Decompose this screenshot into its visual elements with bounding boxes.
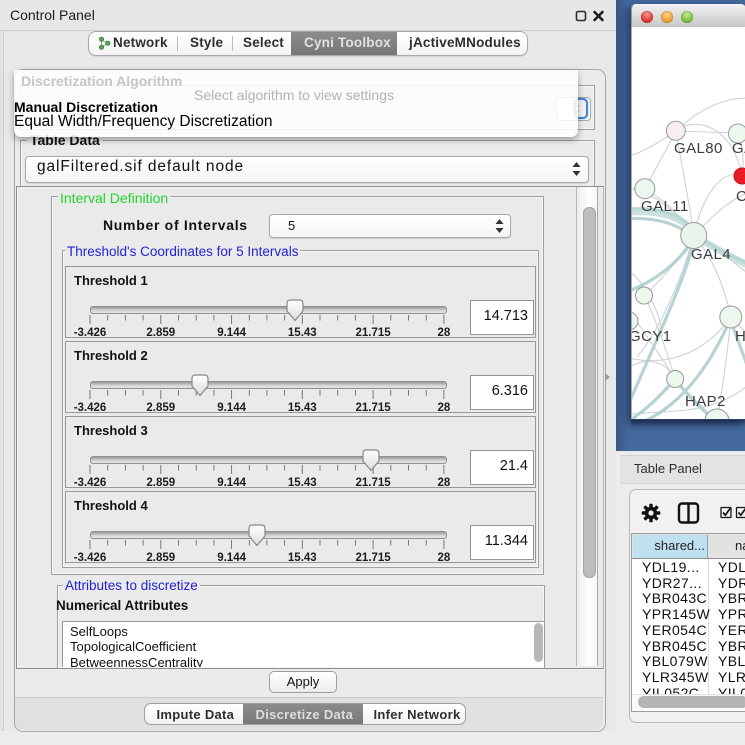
svg-text:GCY1: GCY1 <box>632 328 671 345</box>
svg-text:HI: HI <box>735 328 745 345</box>
svg-text:HAP2: HAP2 <box>685 393 726 410</box>
svg-text:GAL4: GAL4 <box>691 246 731 263</box>
svg-text:GA: GA <box>732 140 745 157</box>
svg-text:CO: CO <box>736 188 745 205</box>
svg-text:GAL11: GAL11 <box>641 198 689 215</box>
svg-text:GAL80: GAL80 <box>674 140 723 157</box>
